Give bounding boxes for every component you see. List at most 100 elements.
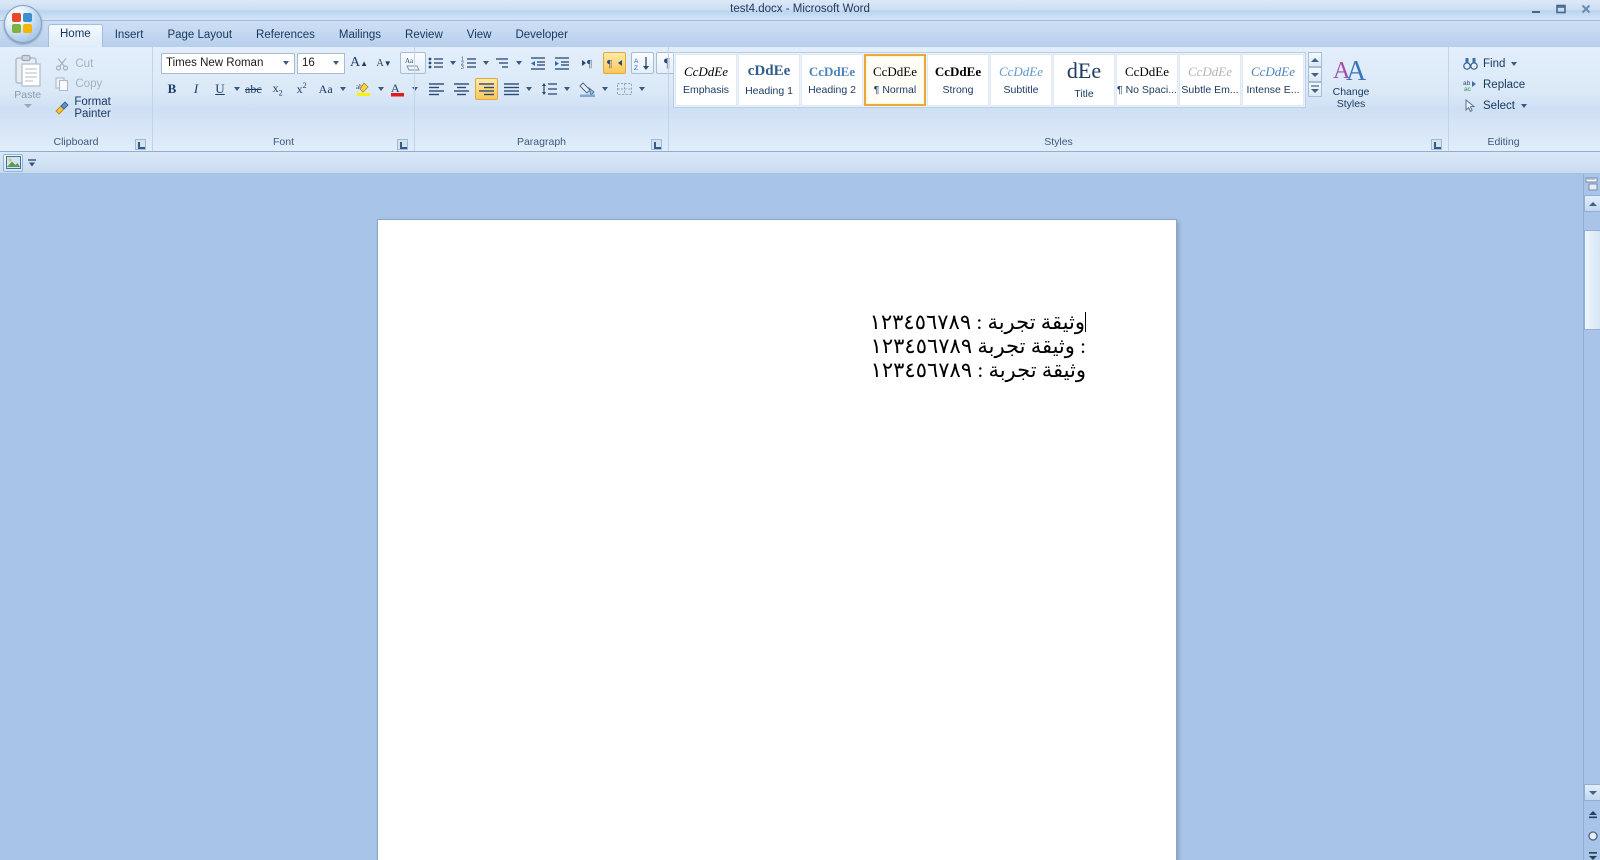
font-size-dropdown-icon[interactable] [333, 61, 339, 65]
font-size-input[interactable]: 16 [297, 52, 345, 74]
previous-page-button[interactable] [1586, 809, 1599, 822]
change-styles-icon: A A [1333, 56, 1367, 84]
font-name-dropdown-icon[interactable] [283, 61, 289, 65]
svg-text:A: A [634, 58, 639, 65]
subscript-button[interactable]: x2 [267, 78, 289, 100]
highlight-dropdown-icon[interactable] [377, 87, 384, 91]
paste-button[interactable]: Paste [4, 52, 51, 108]
toolbar-overflow-icon[interactable] [26, 156, 38, 170]
view-ruler-button[interactable] [1584, 176, 1599, 191]
style-emphasis[interactable]: CcDdEe Emphasis [675, 54, 737, 106]
document-line-3[interactable]: وثيقة تجربة : ١٢٣٤٥٦٧٨٩ [466, 358, 1086, 382]
styles-more-button[interactable] [1308, 82, 1322, 97]
replace-button[interactable]: ab ac Replace [1457, 75, 1530, 95]
vertical-scrollbar[interactable] [1583, 174, 1600, 860]
numbering-dropdown-icon[interactable] [483, 61, 489, 65]
scrollbar-thumb[interactable] [1584, 230, 1600, 330]
underline-dropdown-icon[interactable] [234, 87, 240, 91]
borders-button[interactable] [613, 78, 636, 100]
justify-dropdown-icon[interactable] [526, 87, 532, 91]
clipboard-dialog-launcher[interactable] [135, 139, 146, 150]
justify-button[interactable] [500, 78, 523, 100]
tab-home[interactable]: Home [48, 24, 103, 47]
line-spacing-dropdown-icon[interactable] [564, 87, 570, 91]
tab-review[interactable]: Review [393, 25, 455, 47]
tab-view[interactable]: View [455, 25, 504, 47]
format-painter-button[interactable]: Format Painter [51, 95, 148, 121]
style-subtle-emphasis[interactable]: CcDdEe Subtle Em... [1179, 54, 1241, 106]
font-dialog-launcher[interactable] [397, 139, 408, 150]
select-button[interactable]: Select [1457, 96, 1532, 116]
shrink-font-button[interactable]: A ▼ [373, 52, 395, 74]
document-page[interactable]: وثيقة تجربة : ١٢٣٤٥٦٧٨٩ : وثيقة تجربة ١٢… [377, 219, 1177, 860]
shrink-font-icon: A [376, 57, 384, 69]
tab-developer[interactable]: Developer [503, 25, 579, 47]
increase-indent-button[interactable] [551, 52, 573, 74]
office-button[interactable] [4, 5, 42, 43]
strikethrough-button[interactable]: abc [242, 78, 265, 100]
select-browse-object-button[interactable] [1586, 829, 1599, 842]
copy-button[interactable]: Copy [51, 75, 148, 93]
style-no-spacing[interactable]: CcDdEe ¶ No Spaci... [1116, 54, 1178, 106]
styles-dialog-launcher[interactable] [1431, 139, 1442, 150]
rtl-text-direction-button[interactable]: ¶ [603, 52, 626, 74]
tab-page-layout[interactable]: Page Layout [155, 25, 244, 47]
scroll-up-button[interactable] [1584, 195, 1600, 212]
bullets-button[interactable] [425, 52, 447, 74]
scroll-down-button[interactable] [1584, 784, 1600, 801]
shading-dropdown-icon[interactable] [602, 87, 608, 91]
cut-button[interactable]: Cut [51, 55, 148, 73]
style-heading-2[interactable]: CcDdEe Heading 2 [801, 54, 863, 106]
next-page-button[interactable] [1586, 849, 1599, 860]
paragraph-dialog-launcher[interactable] [651, 139, 662, 150]
shading-button[interactable] [576, 78, 599, 100]
multilevel-list-button[interactable] [491, 52, 513, 74]
select-dropdown-icon[interactable] [1520, 104, 1527, 108]
close-icon[interactable] [1578, 1, 1594, 17]
change-styles-button[interactable]: A A Change Styles [1322, 52, 1380, 110]
underline-button[interactable]: U [209, 78, 231, 100]
numbering-button[interactable]: 123 [458, 52, 480, 74]
line-spacing-button[interactable] [538, 78, 561, 100]
document-line-1[interactable]: وثيقة تجربة : ١٢٣٤٥٦٧٨٩ [466, 310, 1086, 334]
align-center-button[interactable] [450, 78, 473, 100]
maximize-icon[interactable] [1553, 1, 1569, 17]
grow-font-button[interactable]: A ▲ [347, 52, 371, 74]
change-case-button[interactable]: Aa [315, 78, 337, 100]
minimize-icon[interactable] [1528, 1, 1544, 17]
italic-button[interactable]: I [185, 78, 207, 100]
bullets-dropdown-icon[interactable] [450, 61, 456, 65]
tab-insert[interactable]: Insert [103, 25, 156, 47]
floating-picture-toolbar [0, 152, 1600, 174]
style-intense-emphasis[interactable]: CcDdEe Intense E... [1242, 54, 1304, 106]
ltr-text-direction-button[interactable]: ¶ [578, 52, 601, 74]
styles-scroll-down-button[interactable] [1308, 67, 1322, 82]
superscript-button[interactable]: x2 [291, 78, 313, 100]
styles-scroll-up-button[interactable] [1308, 52, 1322, 67]
style-subtitle[interactable]: CcDdEe Subtitle [990, 54, 1052, 106]
find-button[interactable]: Find [1457, 54, 1522, 74]
cut-label: Cut [75, 58, 94, 70]
font-color-button[interactable]: A [386, 78, 409, 100]
tab-references[interactable]: References [244, 25, 327, 47]
sort-button[interactable]: AZ [631, 52, 654, 74]
find-dropdown-icon[interactable] [1511, 62, 1518, 66]
insert-picture-button[interactable] [3, 153, 23, 172]
document-text-body[interactable]: وثيقة تجربة : ١٢٣٤٥٦٧٨٩ : وثيقة تجربة ١٢… [466, 310, 1086, 382]
align-right-button[interactable] [475, 78, 498, 100]
style-heading-1[interactable]: cDdEe Heading 1 [738, 54, 800, 106]
font-name-input[interactable]: Times New Roman [161, 52, 295, 74]
align-left-button[interactable] [425, 78, 448, 100]
style-strong[interactable]: CcDdEe Strong [927, 54, 989, 106]
style-title[interactable]: dEe Title [1053, 54, 1115, 106]
paste-dropdown-icon[interactable] [23, 104, 32, 108]
style-normal[interactable]: CcDdEe ¶ Normal [864, 54, 926, 106]
tab-mailings[interactable]: Mailings [327, 25, 393, 47]
multilevel-dropdown-icon[interactable] [516, 61, 522, 65]
text-highlight-button[interactable]: ab [352, 78, 375, 100]
change-case-dropdown-icon[interactable] [339, 87, 346, 91]
decrease-indent-button[interactable] [527, 52, 549, 74]
borders-dropdown-icon[interactable] [639, 87, 645, 91]
bold-button[interactable]: B [161, 78, 183, 100]
document-line-2[interactable]: : وثيقة تجربة ١٢٣٤٥٦٧٨٩ [466, 334, 1086, 358]
